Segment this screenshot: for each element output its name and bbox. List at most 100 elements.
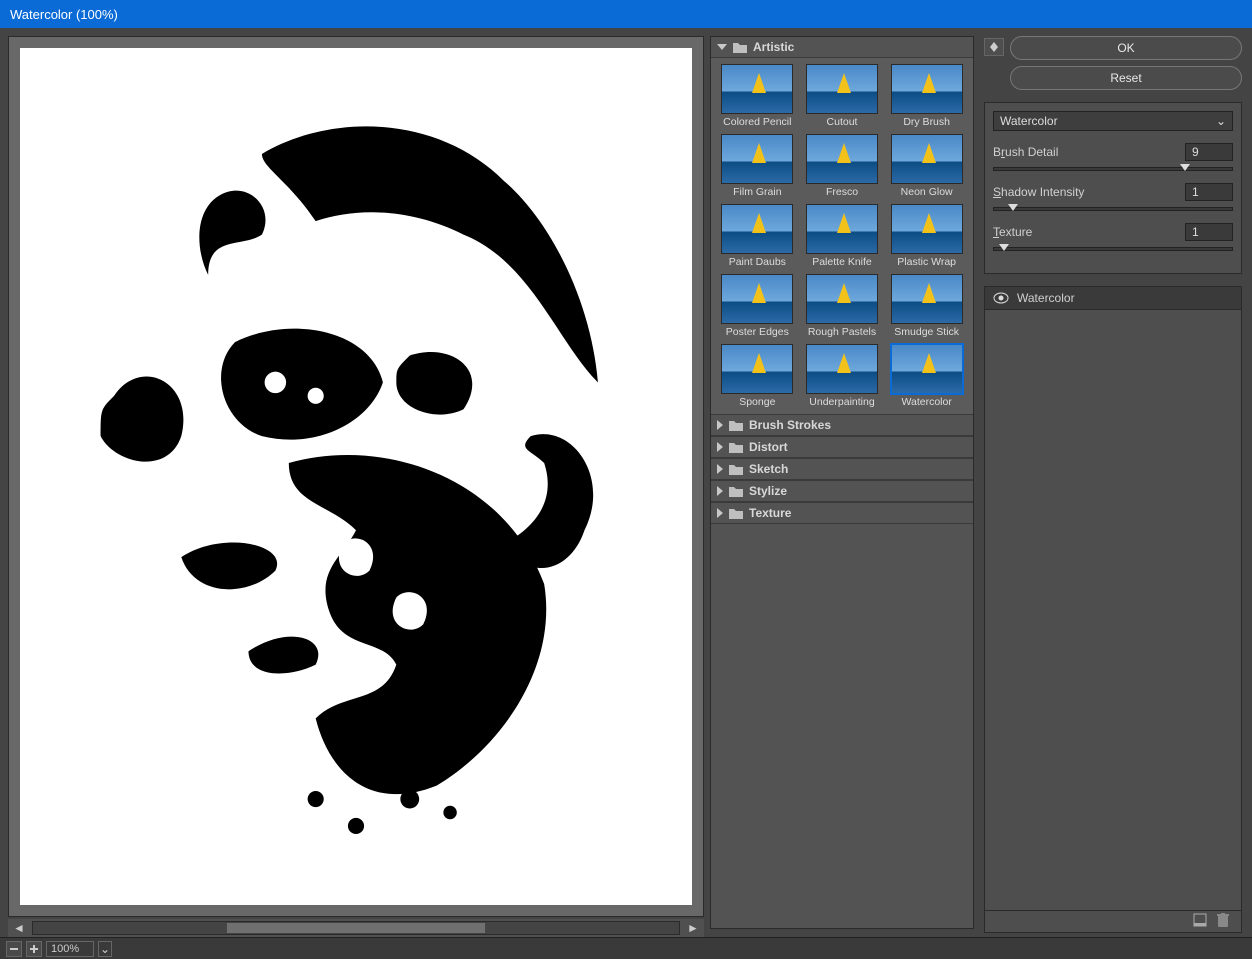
scroll-track[interactable] (32, 921, 680, 935)
chevron-right-icon (717, 508, 723, 518)
slider-handle[interactable] (1008, 204, 1018, 211)
thumbnail-image (721, 274, 793, 324)
filter-thumb-underpainting[interactable]: Underpainting (802, 344, 883, 408)
folder-icon (729, 486, 743, 497)
thumbnail-label: Colored Pencil (723, 116, 791, 128)
preview-pane: ◄ ► (0, 28, 710, 937)
status-bar: 100% ⌄ (0, 937, 1252, 959)
thumbnail-label: Poster Edges (726, 326, 789, 338)
filter-thumb-rough-pastels[interactable]: Rough Pastels (802, 274, 883, 338)
slider-handle[interactable] (999, 244, 1009, 251)
thumbnail-label: Sponge (739, 396, 775, 408)
thumbnail-image (721, 344, 793, 394)
thumbnail-image (806, 134, 878, 184)
chevron-down-icon: ⌄ (1216, 114, 1226, 128)
zoom-in-button[interactable] (26, 941, 42, 957)
chevron-right-icon (717, 486, 723, 496)
category-label: Texture (749, 506, 791, 520)
ok-button[interactable]: OK (1010, 36, 1242, 60)
thumbnail-label: Rough Pastels (808, 326, 876, 338)
category-label: Stylize (749, 484, 787, 498)
thumbnail-image (891, 344, 963, 394)
param-label: Texture (993, 225, 1032, 239)
zoom-field[interactable]: 100% (46, 941, 94, 957)
param-2: Texture 1 (993, 223, 1233, 251)
category-label: Distort (749, 440, 788, 454)
thumbnail-image (806, 64, 878, 114)
thumbnail-image (891, 64, 963, 114)
thumbnail-image (806, 344, 878, 394)
thumbnail-label: Watercolor (901, 396, 951, 408)
category-distort-header[interactable]: Distort (711, 436, 973, 458)
parameters-panel: Watercolor ⌄ Brush Detail 9 Shadow Intensi… (984, 102, 1242, 274)
zoom-dropdown[interactable]: ⌄ (98, 941, 112, 957)
thumbnail-image (891, 274, 963, 324)
category-stylize-header[interactable]: Stylize (711, 480, 973, 502)
dropdown-value: Watercolor (1000, 114, 1058, 128)
category-label: Artistic (753, 40, 794, 54)
param-1: Shadow Intensity1 (993, 183, 1233, 211)
window-titlebar: Watercolor (100%) (0, 0, 1252, 28)
category-texture-header[interactable]: Texture (711, 502, 973, 524)
slider-handle[interactable] (1180, 164, 1190, 171)
thumbnail-label: Smudge Stick (894, 326, 959, 338)
window-title: Watercolor (100%) (10, 7, 118, 22)
filter-thumb-cutout[interactable]: Cutout (802, 64, 883, 128)
param-label: Brush Detail (993, 145, 1058, 159)
filter-thumb-colored-pencil[interactable]: Colored Pencil (717, 64, 798, 128)
param-value-input[interactable]: 1 (1185, 223, 1233, 241)
filter-thumb-watercolor[interactable]: Watercolor (886, 344, 967, 408)
thumbnail-image (721, 64, 793, 114)
thumbnail-image (806, 274, 878, 324)
category-brush-strokes-header[interactable]: Brush Strokes (711, 414, 973, 436)
new-effect-icon[interactable] (1193, 913, 1207, 930)
folder-icon (729, 420, 743, 431)
filter-thumb-neon-glow[interactable]: Neon Glow (886, 134, 967, 198)
folder-icon (729, 464, 743, 475)
scroll-left-icon[interactable]: ◄ (12, 921, 26, 935)
thumbnail-label: Fresco (826, 186, 858, 198)
chevron-right-icon (717, 420, 723, 430)
canvas (20, 48, 692, 905)
filter-thumb-dry-brush[interactable]: Dry Brush (886, 64, 967, 128)
filter-thumb-plastic-wrap[interactable]: Plastic Wrap (886, 204, 967, 268)
category-artistic-header[interactable]: Artistic (711, 37, 973, 58)
delete-effect-icon[interactable] (1217, 913, 1229, 930)
filter-thumb-smudge-stick[interactable]: Smudge Stick (886, 274, 967, 338)
param-slider[interactable] (993, 247, 1233, 251)
effect-layer-row[interactable]: Watercolor (985, 287, 1241, 310)
filter-thumb-sponge[interactable]: Sponge (717, 344, 798, 408)
layer-name: Watercolor (1017, 291, 1075, 305)
thumbnail-label: Cutout (827, 116, 858, 128)
param-value-input[interactable]: 9 (1185, 143, 1233, 161)
thumbnail-image (721, 134, 793, 184)
filter-thumb-fresco[interactable]: Fresco (802, 134, 883, 198)
zoom-out-button[interactable] (6, 941, 22, 957)
category-label: Sketch (749, 462, 788, 476)
canvas-viewport[interactable] (8, 36, 704, 917)
horizontal-scrollbar[interactable]: ◄ ► (8, 919, 704, 937)
visibility-icon[interactable] (993, 292, 1009, 304)
filter-thumb-palette-knife[interactable]: Palette Knife (802, 204, 883, 268)
filter-dropdown[interactable]: Watercolor ⌄ (993, 111, 1233, 131)
scroll-right-icon[interactable]: ► (686, 921, 700, 935)
chevron-right-icon (717, 442, 723, 452)
thumbnail-image (721, 204, 793, 254)
folder-icon (729, 442, 743, 453)
filter-thumbnails: Colored Pencil Cutout Dry Brush Film Grain F… (711, 58, 973, 414)
filter-thumb-poster-edges[interactable]: Poster Edges (717, 274, 798, 338)
reset-button[interactable]: Reset (1010, 66, 1242, 90)
filter-thumb-paint-daubs[interactable]: Paint Daubs (717, 204, 798, 268)
chevron-right-icon (717, 464, 723, 474)
param-0: Brush Detail 9 (993, 143, 1233, 171)
collapse-toggle[interactable] (984, 38, 1004, 56)
category-sketch-header[interactable]: Sketch (711, 458, 973, 480)
scroll-thumb[interactable] (227, 923, 485, 933)
filter-gallery: Artistic Colored Pencil Cutout Dry Brush Fi… (710, 36, 974, 929)
param-slider[interactable] (993, 207, 1233, 211)
controls-column: OK Reset Watercolor ⌄ Brush Detail 9 Shado… (978, 28, 1252, 937)
param-slider[interactable] (993, 167, 1233, 171)
folder-icon (733, 42, 747, 53)
param-value-input[interactable]: 1 (1185, 183, 1233, 201)
filter-thumb-film-grain[interactable]: Film Grain (717, 134, 798, 198)
